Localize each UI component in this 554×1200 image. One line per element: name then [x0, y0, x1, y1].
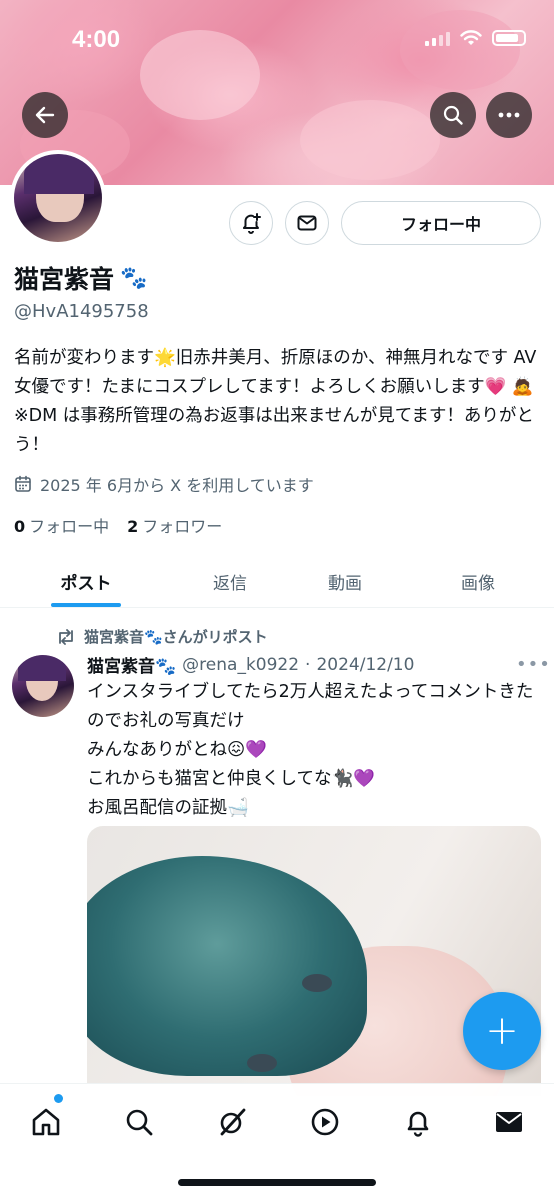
- search-icon: [443, 105, 463, 125]
- more-options-button[interactable]: [486, 92, 532, 138]
- battery-icon: [492, 30, 526, 46]
- compose-button[interactable]: +: [463, 992, 541, 1070]
- photo-eye: [302, 974, 332, 992]
- calendar-icon: [15, 475, 31, 492]
- tab-label: ポスト: [60, 574, 112, 594]
- profile-name: 猫宮紫音 🐾: [14, 260, 147, 296]
- home-icon: [32, 1108, 60, 1136]
- post-line: みんなありがとね😖💜: [87, 740, 268, 760]
- display-name: 猫宮紫音: [14, 265, 115, 294]
- repost-icon: [59, 628, 73, 645]
- signal-icon: [425, 30, 450, 46]
- nav-search[interactable]: [119, 1102, 159, 1142]
- arrow-left-icon: [35, 106, 55, 124]
- post-line: これからも猫宮と仲良くしてな🐈‍⬛💜: [87, 769, 376, 789]
- following-count: 0: [14, 517, 26, 536]
- status-time: 4:00: [72, 26, 121, 53]
- repost-label: 猫宮紫音🐾さんがリポスト: [84, 628, 268, 646]
- post-line: インスタライブしてたら2万人超えたよってコメントきたのでお礼の写真だけ: [87, 682, 534, 731]
- followers-link[interactable]: 2 フォロワー: [127, 513, 222, 537]
- tab-videos[interactable]: 動画: [288, 556, 402, 607]
- following-label: フォロー中: [29, 517, 110, 536]
- home-notification-dot: [54, 1094, 63, 1103]
- grok-icon: [220, 1108, 246, 1136]
- back-button[interactable]: [22, 92, 68, 138]
- search-icon: [126, 1109, 153, 1136]
- nav-notifications[interactable]: [398, 1102, 438, 1142]
- banner-petal: [300, 100, 440, 180]
- avatar-hair: [24, 154, 94, 194]
- following-link[interactable]: 0 フォロー中: [14, 513, 109, 537]
- joined-text: 2025 年 6月から X を利用しています: [40, 476, 314, 495]
- more-icon: [498, 112, 520, 118]
- nav-messages[interactable]: [489, 1102, 529, 1142]
- post-more-button[interactable]: •••: [516, 654, 551, 675]
- post-line: お風呂配信の証拠🛁: [87, 798, 249, 818]
- envelope-icon: [297, 215, 317, 231]
- tab-label: 画像: [461, 574, 495, 594]
- message-button[interactable]: [285, 201, 329, 245]
- post-header: 猫宮紫音🐾 @rena_k0922 · 2024/12/10: [87, 652, 414, 678]
- post-avatar[interactable]: [12, 655, 74, 717]
- repost-indicator[interactable]: 猫宮紫音🐾さんがリポスト: [56, 626, 268, 647]
- post-text: インスタライブしてたら2万人超えたよってコメントきたのでお礼の写真だけ みんなあ…: [87, 678, 542, 823]
- banner-petal: [400, 10, 520, 90]
- paw-emoji: 🐾: [120, 265, 148, 291]
- photo-eye: [247, 1054, 277, 1072]
- bell-plus-icon: [243, 213, 261, 234]
- followers-label: フォロワー: [142, 517, 223, 536]
- tab-posts[interactable]: ポスト: [0, 556, 172, 607]
- profile-handle: @HvA1495758: [14, 301, 149, 322]
- profile-tabs: ポスト 返信 動画 画像: [0, 556, 554, 608]
- joined-date: 2025 年 6月から X を利用しています: [14, 472, 314, 496]
- avatar-hair: [18, 655, 66, 681]
- banner-petal: [140, 30, 260, 120]
- play-circle-icon: [311, 1108, 339, 1136]
- tab-label: 動画: [328, 574, 362, 594]
- wifi-icon: [460, 30, 482, 45]
- tab-replies[interactable]: 返信: [172, 556, 288, 607]
- post-separator: ·: [305, 654, 311, 675]
- post-author-name[interactable]: 猫宮紫音🐾: [87, 652, 176, 677]
- profile-bio: 名前が変わります🌟旧赤井美月、折原ほのか、神無月れなです AV 女優です！たまに…: [14, 348, 537, 455]
- envelope-icon: [496, 1112, 522, 1132]
- notify-button[interactable]: [229, 201, 273, 245]
- status-icons: [425, 30, 526, 46]
- nav-home[interactable]: [26, 1102, 66, 1142]
- photo-hair: [87, 856, 367, 1076]
- tab-label: 返信: [213, 574, 247, 594]
- post-author-handle[interactable]: @rena_k0922: [182, 655, 299, 675]
- avatar[interactable]: [10, 150, 106, 246]
- nav-grok[interactable]: [212, 1102, 252, 1142]
- follow-stats: 0 フォロー中 2 フォロワー: [14, 513, 222, 537]
- search-button[interactable]: [430, 92, 476, 138]
- post-date[interactable]: 2024/12/10: [316, 655, 414, 675]
- followers-count: 2: [127, 517, 139, 536]
- home-indicator: [178, 1179, 376, 1186]
- following-button[interactable]: フォロー中: [341, 201, 541, 245]
- nav-video[interactable]: [305, 1102, 345, 1142]
- bell-icon: [407, 1111, 429, 1137]
- tab-active-indicator: [51, 603, 121, 607]
- tab-images[interactable]: 画像: [402, 556, 554, 607]
